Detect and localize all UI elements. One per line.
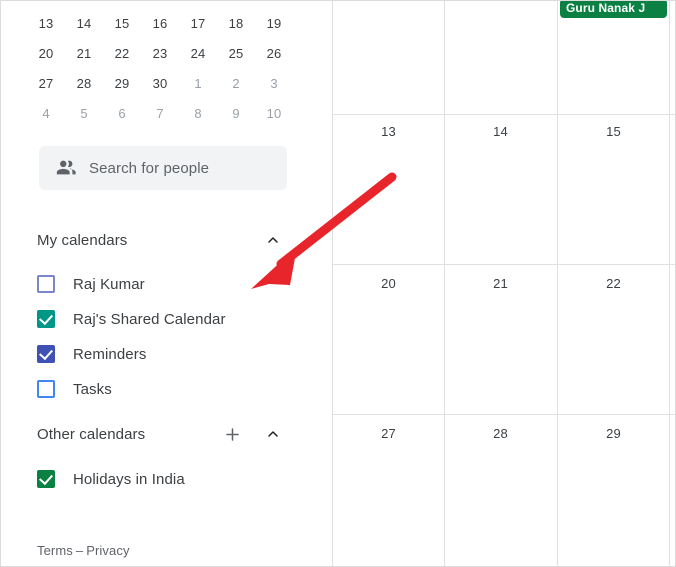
chevron-up-icon	[268, 237, 278, 243]
footer-separator: –	[75, 543, 84, 558]
month-grid-day-21[interactable]: 21	[444, 276, 557, 291]
mini-calendar-week-row: 4 5 6 7 8 9 10	[27, 99, 293, 129]
mini-calendar-week-row: 13 14 15 16 17 18 19	[27, 9, 293, 39]
mini-calendar-day[interactable]: 18	[217, 9, 255, 39]
calendar-checkbox-rajs-shared-calendar[interactable]	[37, 310, 55, 328]
calendar-checkbox-tasks[interactable]	[37, 380, 55, 398]
mini-calendar-day[interactable]: 21	[65, 39, 103, 69]
calendar-list-item-raj-kumar[interactable]: Raj Kumar	[1, 267, 332, 301]
people-icon	[56, 160, 76, 175]
other-calendars-title: Other calendars	[37, 425, 146, 443]
grid-horizontal-line	[332, 114, 675, 115]
mini-calendar-day[interactable]: 10	[255, 99, 293, 129]
mini-calendar-day[interactable]: 30	[141, 69, 179, 99]
footer-links: Terms – Privacy	[37, 543, 130, 558]
calendar-checkbox-raj-kumar[interactable]	[37, 275, 55, 293]
calendar-label-holidays-in-india: Holidays in India	[73, 470, 185, 488]
calendar-list-item-reminders[interactable]: Reminders	[1, 337, 332, 371]
my-calendars-collapse-button[interactable]	[260, 227, 286, 253]
other-calendars-collapse-button[interactable]	[260, 421, 286, 447]
mini-calendar-day[interactable]: 7	[141, 99, 179, 129]
mini-calendar-day[interactable]: 29	[103, 69, 141, 99]
search-for-people-placeholder: Search for people	[89, 159, 210, 177]
calendar-list-item-holidays-in-india[interactable]: Holidays in India	[1, 462, 332, 496]
mini-calendar-day[interactable]: 6	[103, 99, 141, 129]
calendar-label-reminders: Reminders	[73, 345, 147, 363]
mini-calendar-day[interactable]: 23	[141, 39, 179, 69]
calendar-label-raj-kumar: Raj Kumar	[73, 275, 145, 293]
mini-calendar-day[interactable]: 2	[217, 69, 255, 99]
my-calendars-title: My calendars	[37, 231, 128, 249]
month-grid-day-29[interactable]: 29	[557, 426, 670, 441]
add-other-calendar-button[interactable]	[219, 421, 245, 447]
month-grid-day-20[interactable]: 20	[332, 276, 445, 291]
calendar-checkbox-reminders[interactable]	[37, 345, 55, 363]
sidebar: 13 14 15 16 17 18 19 20 21 22 23 24 25 2…	[1, 1, 332, 566]
calendar-label-tasks: Tasks	[73, 380, 112, 398]
mini-calendar-day[interactable]: 5	[65, 99, 103, 129]
grid-horizontal-line	[332, 264, 675, 265]
mini-calendar-day[interactable]: 14	[65, 9, 103, 39]
mini-calendar-day[interactable]: 17	[179, 9, 217, 39]
privacy-link[interactable]: Privacy	[86, 543, 129, 558]
chevron-up-icon	[268, 431, 278, 437]
plus-icon	[225, 427, 239, 441]
mini-calendar-day[interactable]: 13	[27, 9, 65, 39]
mini-calendar-day[interactable]: 24	[179, 39, 217, 69]
month-grid-day-15[interactable]: 15	[557, 124, 670, 139]
calendar-list-item-rajs-shared-calendar[interactable]: Raj's Shared Calendar	[1, 302, 332, 336]
mini-calendar-day[interactable]: 27	[27, 69, 65, 99]
month-grid-day-13[interactable]: 13	[332, 124, 445, 139]
calendar-app-window: 13 14 15 16 17 18 19 20 21 22 23 24 25 2…	[0, 0, 676, 567]
mini-calendar-week-row: 27 28 29 30 1 2 3	[27, 69, 293, 99]
mini-calendar-day[interactable]: 28	[65, 69, 103, 99]
mini-calendar-day[interactable]: 16	[141, 9, 179, 39]
month-grid: Guru Nanak J 13 14 15 20 21 22 27 28 29	[332, 1, 675, 566]
mini-calendar-day[interactable]: 15	[103, 9, 141, 39]
mini-calendar-day[interactable]: 22	[103, 39, 141, 69]
mini-calendar-day[interactable]: 25	[217, 39, 255, 69]
mini-calendar-day[interactable]: 3	[255, 69, 293, 99]
event-chip-guru-nanak-jayanti[interactable]: Guru Nanak J	[560, 1, 667, 18]
mini-calendar-day[interactable]: 19	[255, 9, 293, 39]
calendar-label-rajs-shared-calendar: Raj's Shared Calendar	[73, 310, 226, 328]
mini-calendar-day[interactable]: 20	[27, 39, 65, 69]
mini-calendar: 13 14 15 16 17 18 19 20 21 22 23 24 25 2…	[27, 9, 293, 129]
calendar-checkbox-holidays-in-india[interactable]	[37, 470, 55, 488]
month-grid-day-27[interactable]: 27	[332, 426, 445, 441]
month-grid-day-14[interactable]: 14	[444, 124, 557, 139]
terms-link[interactable]: Terms	[37, 543, 73, 558]
mini-calendar-day[interactable]: 4	[27, 99, 65, 129]
mini-calendar-day[interactable]: 1	[179, 69, 217, 99]
mini-calendar-day[interactable]: 9	[217, 99, 255, 129]
month-grid-day-28[interactable]: 28	[444, 426, 557, 441]
mini-calendar-day[interactable]: 26	[255, 39, 293, 69]
mini-calendar-week-row: 20 21 22 23 24 25 26	[27, 39, 293, 69]
search-for-people-input[interactable]: Search for people	[39, 146, 287, 190]
grid-horizontal-line	[332, 414, 675, 415]
mini-calendar-day[interactable]: 8	[179, 99, 217, 129]
month-grid-day-22[interactable]: 22	[557, 276, 670, 291]
calendar-list-item-tasks[interactable]: Tasks	[1, 372, 332, 406]
